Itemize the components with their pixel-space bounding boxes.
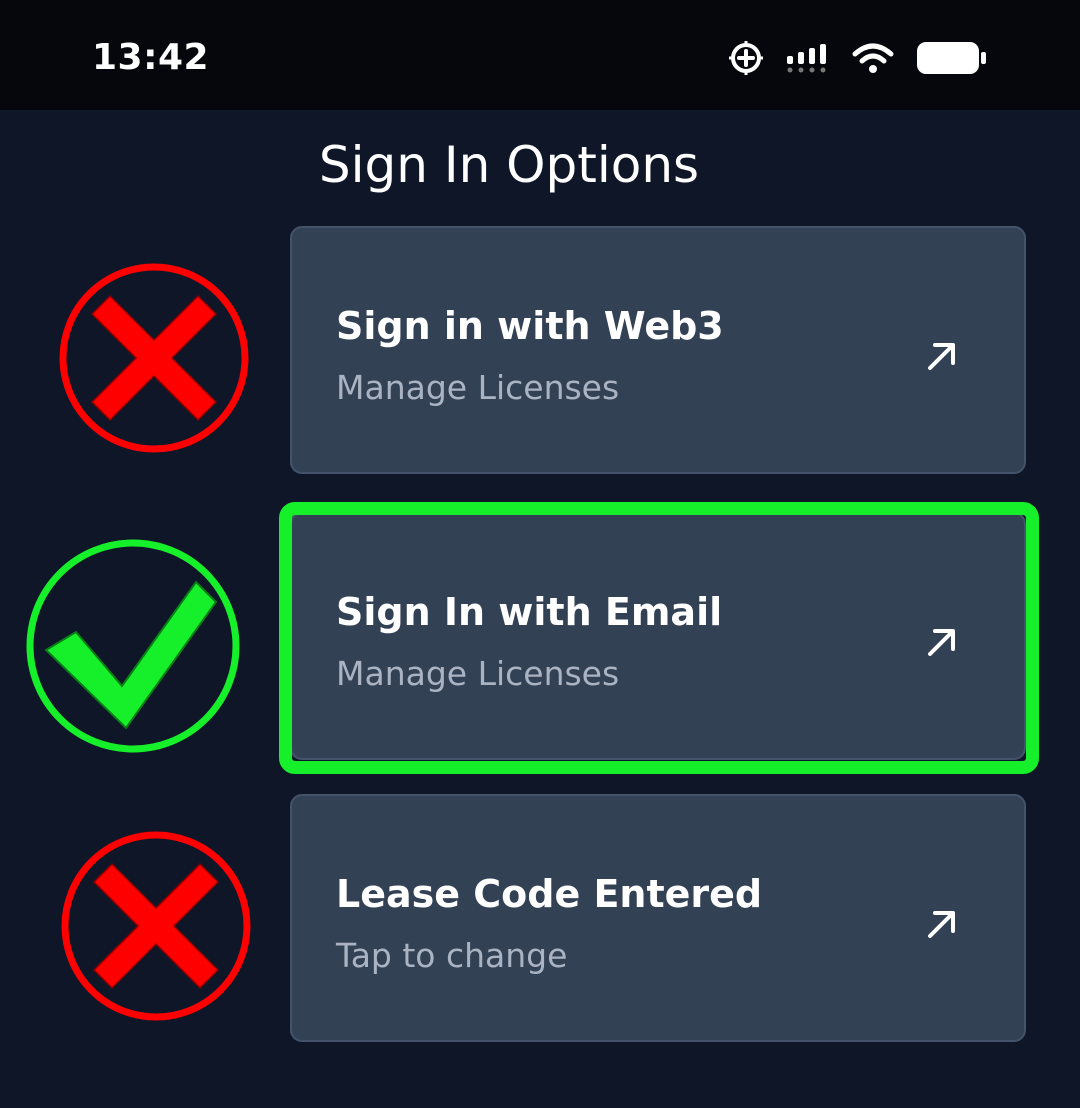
option-title: Sign In with Email [336,590,723,634]
status-time: 13:42 [92,37,210,78]
status-bar: 13:42 [0,0,1080,110]
signal-icon [786,42,830,78]
option-subtitle: Manage Licenses [336,654,620,693]
red-x-icon [60,830,252,1026]
option-subtitle: Manage Licenses [336,368,620,407]
option-title: Sign in with Web3 [336,304,724,348]
sign-in-email-button[interactable]: Sign In with Email Manage Licenses [290,512,1026,760]
arrow-up-right-icon [924,906,960,942]
wifi-icon [852,42,894,78]
sign-in-web3-button[interactable]: Sign in with Web3 Manage Licenses [290,226,1026,474]
option-title: Lease Code Entered [336,872,763,916]
battery-icon [916,40,988,80]
option-subtitle: Tap to change [336,936,568,975]
lease-code-button[interactable]: Lease Code Entered Tap to change [290,794,1026,1042]
green-check-icon [26,538,242,758]
red-x-icon [58,262,250,458]
status-icons [728,40,988,80]
page-title: Sign In Options [318,136,700,194]
arrow-up-right-icon [924,338,960,374]
arrow-up-right-icon [924,624,960,660]
alarm-plus-icon [728,40,764,80]
